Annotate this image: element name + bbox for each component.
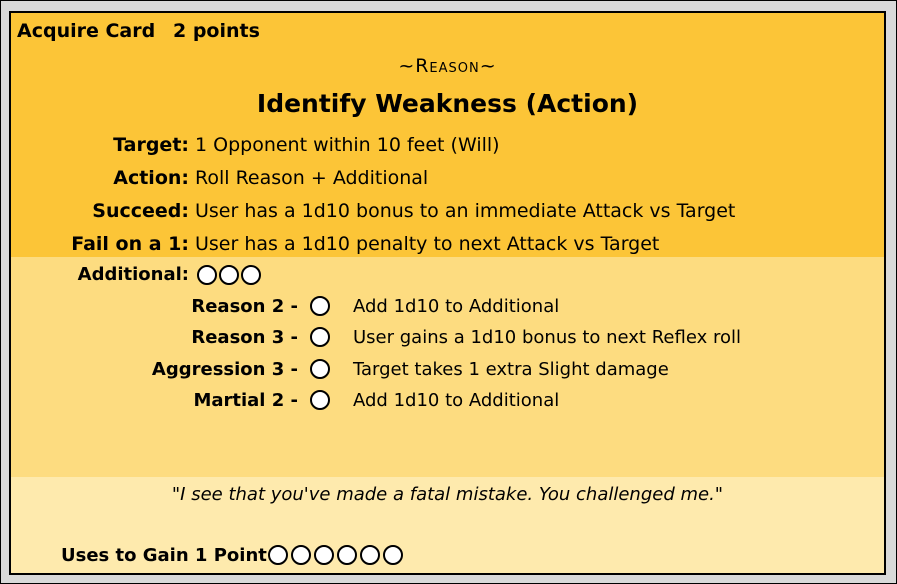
fail-value: User has a 1d10 penalty to next Attack v…	[195, 233, 660, 255]
upgrade-label: Martial 2 -	[193, 390, 298, 411]
upgrade-label: Reason 2 -	[191, 296, 298, 317]
additional-checkboxes	[197, 265, 261, 285]
upgrade-checkbox[interactable]	[310, 359, 330, 379]
uses-checkbox[interactable]	[268, 545, 288, 565]
additional-checkbox[interactable]	[241, 265, 261, 285]
uses-checkbox[interactable]	[360, 545, 380, 565]
target-value: 1 Opponent within 10 feet (Will)	[195, 134, 500, 156]
fail-label: Fail on a 1:	[71, 233, 189, 255]
card-frame: Acquire Card 2 points ~Reason~ Identify …	[0, 0, 897, 584]
uses-checkboxes	[268, 545, 403, 565]
action-value: Roll Reason + Additional	[195, 167, 429, 189]
upgrade-description: Add 1d10 to Additional	[353, 296, 560, 317]
uses-checkbox[interactable]	[383, 545, 403, 565]
card-title: Identify Weakness (Action)	[256, 89, 639, 118]
uses-checkbox[interactable]	[337, 545, 357, 565]
flavor-quote: "I see that you've made a fatal mistake.…	[171, 484, 724, 505]
succeed-value: User has a 1d10 bonus to an immediate At…	[195, 200, 736, 222]
action-label: Action:	[113, 167, 189, 189]
uses-label: Uses to Gain 1 Point	[61, 545, 267, 566]
uses-checkbox[interactable]	[314, 545, 334, 565]
ability-card: Acquire Card 2 points ~Reason~ Identify …	[9, 11, 886, 575]
upgrade-label: Aggression 3 -	[151, 359, 298, 380]
upgrade-checkbox[interactable]	[310, 296, 330, 316]
target-label: Target:	[113, 134, 189, 156]
succeed-label: Succeed:	[92, 200, 189, 222]
uses-checkbox[interactable]	[291, 545, 311, 565]
points-cost: 2 points	[173, 20, 260, 42]
additional-checkbox[interactable]	[219, 265, 239, 285]
school-name: ~Reason~	[398, 55, 497, 77]
upgrade-description: Add 1d10 to Additional	[353, 390, 560, 411]
additional-checkbox[interactable]	[197, 265, 217, 285]
upgrade-description: User gains a 1d10 bonus to next Reflex r…	[353, 327, 741, 348]
upgrade-description: Target takes 1 extra Slight damage	[353, 359, 669, 380]
upgrade-checkbox[interactable]	[310, 327, 330, 347]
acquire-card-label: Acquire Card	[17, 20, 156, 42]
additional-label: Additional:	[77, 264, 189, 285]
upgrade-label: Reason 3 -	[191, 327, 298, 348]
upgrade-checkbox[interactable]	[310, 390, 330, 410]
